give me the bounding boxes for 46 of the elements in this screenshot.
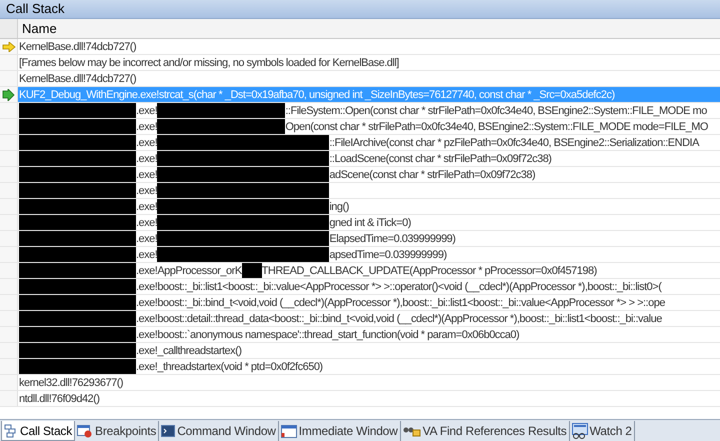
call-stack-icon (4, 424, 18, 438)
frame-text: .exe! (136, 200, 158, 214)
panel-tab[interactable]: Watch 2 (570, 421, 635, 441)
frame-text: .exe! (136, 120, 158, 134)
window-icon (280, 424, 297, 438)
frame-text: .exe! (136, 104, 158, 118)
frame-text: [Frames below may be incorrect and/or missing, no symbols loaded for KernelBase.dll] (19, 56, 399, 70)
frame-text: .exe! (136, 136, 158, 150)
frame-text: gned int & iTick=0) (329, 216, 411, 230)
frame-text: ::FileSystem::Open(const char * strFilePath=0x0fc34e40, BSEngine2::System::FILE_MODE mo (285, 104, 707, 118)
breakpoint-window-icon (77, 424, 94, 438)
panel-tab[interactable]: Immediate Window (278, 421, 401, 441)
panel-tab[interactable]: Breakpoints (75, 421, 160, 441)
panel-tab[interactable]: VA Find References Results (400, 421, 570, 441)
window-title: Call Stack (6, 0, 65, 18)
frame-text: .exe!boost::`anonymous namespace'::thread_start_function(void * param=0x06b0cca0) (136, 328, 520, 342)
frame-text: ntdll.dll!76f09d42() (19, 392, 100, 406)
frame-text: .exe! (136, 232, 158, 246)
frame-text: .exe! (136, 168, 158, 182)
frame-text: .exe! (136, 248, 158, 262)
frame-text: KernelBase.dll!74dcb727() (19, 40, 136, 54)
frame-text: .exe! (136, 184, 158, 198)
frame-text: apsedTime=0.039999999) (329, 248, 447, 262)
panel-tab[interactable]: Command Window (159, 421, 279, 441)
panel-tab[interactable]: Call Stack (1, 421, 76, 441)
frame-text: .exe!boost::detail::thread_data<boost::_bi::bind_t<void,void (__cdecl*)(AppProcessor *),boost::_bi::list1<boost::_bi::value (136, 312, 662, 326)
frame-text: Open(const char * strFilePath=0x0fc34e40, BSEngine2::System::FILE_MODE mode=FILE_MO (285, 120, 708, 134)
console-window-icon (161, 425, 176, 437)
frame-text: .exe!AppProcessor_orK (136, 264, 242, 278)
frame-text: ElapsedTime=0.039999999) (329, 232, 456, 246)
frame-text: .exe!_callthreadstartex() (136, 344, 242, 358)
column-header[interactable]: Name (18, 18, 61, 38)
frame-text: .exe!boost::_bi::list1<boost::_bi::value<AppProcessor *> >::operator()<void (__cdecl*)(AppProcessor *),boost::_bi::list0>( (136, 280, 662, 294)
frame-text: .exe!_threadstartex(void * ptd=0x0f2fc650) (136, 360, 323, 374)
frame-text: .exe! (136, 152, 158, 166)
frame-text: ::FileIArchive(const char * pzFilePath=0x0fc34e40, BSEngine2::Serialization::ENDIA (329, 136, 699, 150)
frame-text: .exe! (136, 216, 158, 230)
frame-text: ::LoadScene(const char * strFilePath=0x09f72c38) (329, 152, 552, 166)
frame-text: ing() (329, 200, 349, 214)
frame-text: KernelBase.dll!74dcb727() (19, 72, 136, 86)
frame-text: .exe!boost::_bi::bind_t<void,void (__cdecl*)(AppProcessor *),boost::_bi::list1<boost::_bi::value<AppProcessor *> > >::ope (136, 296, 665, 310)
binoculars-icon (402, 425, 421, 437)
frame-text: adScene(const char * strFilePath=0x09f72c38) (329, 168, 536, 182)
frame-text: KUF2_Debug_WithEngine.exe!strcat_s(char * _Dst=0x19afba70, unsigned int _SizeInBytes=76127740, const char * _Src=0xa5defc2c) (19, 88, 615, 102)
watch-window-icon (572, 423, 588, 439)
frame-text: kernel32.dll!76293677() (19, 376, 124, 390)
